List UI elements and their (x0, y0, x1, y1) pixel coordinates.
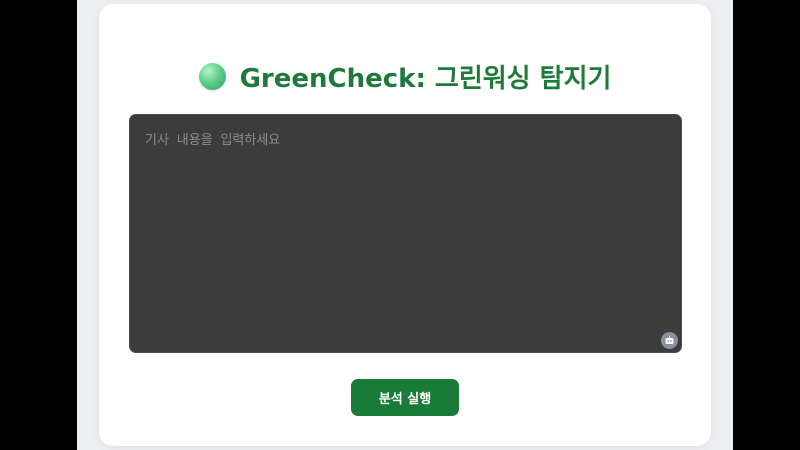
robot-icon[interactable] (661, 332, 678, 349)
analyze-button[interactable]: 분석 실행 (351, 379, 459, 416)
page-header: GreenCheck: 그린워싱 탐지기 (99, 56, 711, 96)
main-card: GreenCheck: 그린워싱 탐지기 분석 실행 (99, 4, 711, 446)
green-sphere-icon (198, 62, 226, 90)
page-title: GreenCheck: 그린워싱 탐지기 (239, 63, 612, 94)
app-viewport: GreenCheck: 그린워싱 탐지기 분석 실행 (77, 0, 733, 450)
article-input-container (129, 114, 682, 353)
article-input[interactable] (129, 114, 682, 353)
